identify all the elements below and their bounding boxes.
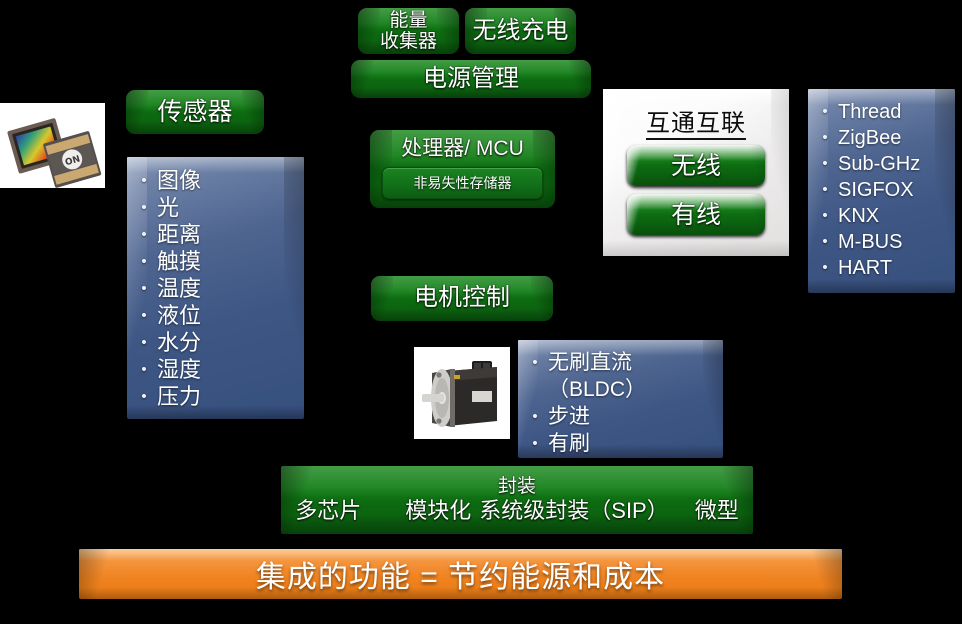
motor-control-button[interactable]: 电机控制 [371, 276, 553, 321]
motor-control-label: 电机控制 [414, 284, 510, 312]
bullet-icon: • [141, 253, 147, 270]
diagram-canvas: ON 传感器 • 图像 • 光 • 距离 • 触摸 • 温度 • 液位 • 水分… [0, 0, 962, 624]
motor-type-label-line1: 无刷直流 [548, 351, 632, 374]
list-item: • SIGFOX [812, 177, 951, 203]
bullet-icon: • [822, 233, 828, 250]
list-item: • 图像 [131, 167, 300, 194]
motor-photo [414, 347, 510, 439]
bullet-icon: • [822, 259, 828, 276]
energy-harvester-label-line2: 收集器 [379, 31, 437, 52]
sensors-header-label: 传感器 [157, 98, 233, 126]
wireless-charging-label: 无线充电 [472, 16, 569, 44]
bullet-icon: • [822, 129, 828, 146]
integrated-function-label: 集成的功能 = 节约能源和成本 [255, 561, 666, 594]
nonvolatile-memory-label: 非易失性存储器 [413, 175, 512, 191]
wireless-label: 无线 [670, 151, 721, 180]
list-item: • 有刷 [522, 430, 719, 457]
connectivity-panel: 互通互联 无线 有线 [603, 89, 789, 256]
motor-type-label-line2: （BLDC） [548, 378, 647, 401]
sensor-label: 液位 [157, 303, 202, 328]
list-item: • Thread [812, 99, 951, 125]
list-item: • 液位 [131, 302, 300, 329]
energy-harvester-button[interactable]: 能量 收集器 [358, 8, 459, 54]
protocol-label: ZigBee [838, 127, 902, 149]
sensor-label: 压力 [157, 384, 202, 409]
list-item: • HART [812, 255, 951, 281]
processor-mcu-panel[interactable]: 处理器/ MCU 非易失性存储器 [370, 130, 555, 208]
sensor-label: 温度 [157, 276, 202, 301]
protocols-panel: • Thread • ZigBee • Sub-GHz • SIGFOX • K… [808, 89, 955, 293]
list-item: • 压力 [131, 383, 300, 410]
list-item: • 触摸 [131, 248, 300, 275]
motor-types-panel: • 无刷直流 （BLDC） • 步进 • 有刷 [518, 340, 723, 458]
packaging-option: 微型 [694, 498, 739, 524]
bullet-icon: • [141, 334, 147, 351]
bullet-icon: • [532, 354, 538, 371]
list-item: • 水分 [131, 329, 300, 356]
sensors-list-panel: • 图像 • 光 • 距离 • 触摸 • 温度 • 液位 • 水分 • 湿度 •… [127, 157, 304, 419]
integrated-function-banner[interactable]: 集成的功能 = 节约能源和成本 [79, 549, 842, 599]
bullet-icon: • [141, 199, 147, 216]
bullet-icon: • [822, 155, 828, 172]
list-item: • 温度 [131, 275, 300, 302]
protocol-label: Sub-GHz [838, 153, 921, 175]
packaging-option: 多芯片 [295, 498, 362, 524]
list-item: • ZigBee [812, 125, 951, 151]
bullet-icon: • [141, 307, 147, 324]
wireless-charging-button[interactable]: 无线充电 [465, 8, 576, 54]
list-item: • 光 [131, 194, 300, 221]
packaging-option: 模块化 [405, 498, 472, 524]
list-item: • Sub-GHz [812, 151, 951, 177]
packaging-bar[interactable]: 封装 多芯片 模块化 系统级封装（SIP） 微型 [281, 466, 753, 534]
bullet-icon: • [141, 361, 147, 378]
list-item: • 距离 [131, 221, 300, 248]
protocol-label: SIGFOX [838, 179, 914, 201]
motor-type-label: 步进 [548, 405, 590, 428]
bullet-icon: • [822, 103, 828, 120]
sensors-header-button[interactable]: 传感器 [126, 90, 264, 134]
packaging-title: 封装 [497, 476, 536, 498]
bullet-icon: • [141, 388, 147, 405]
sensor-label: 图像 [157, 168, 202, 193]
bullet-icon: • [141, 172, 147, 189]
processor-mcu-label: 处理器/ MCU [401, 137, 524, 160]
bullet-icon: • [141, 280, 147, 297]
list-item: • 无刷直流 （BLDC） [522, 349, 719, 403]
protocol-label: Thread [838, 101, 902, 123]
packaging-option: 系统级封装（SIP） [479, 498, 669, 524]
list-item: • KNX [812, 203, 951, 229]
power-management-button[interactable]: 电源管理 [351, 60, 591, 98]
protocol-label: HART [838, 257, 893, 279]
bullet-icon: • [532, 408, 538, 425]
bullet-icon: • [822, 207, 828, 224]
list-item: • 步进 [522, 403, 719, 430]
energy-harvester-label-line1: 能量 [389, 9, 428, 31]
image-sensor-photo: ON [0, 103, 105, 188]
bullet-icon: • [822, 181, 828, 198]
sensor-label: 距离 [157, 222, 202, 247]
list-item: • M-BUS [812, 229, 951, 255]
wired-label: 有线 [670, 200, 721, 229]
nonvolatile-memory-box[interactable]: 非易失性存储器 [382, 167, 543, 199]
sensor-label: 水分 [157, 330, 202, 355]
motor-type-label: 有刷 [548, 432, 590, 455]
protocol-label: M-BUS [838, 231, 903, 253]
sensor-label: 触摸 [157, 249, 202, 274]
sensor-label: 湿度 [157, 357, 202, 382]
power-management-label: 电源管理 [423, 64, 519, 92]
sensor-label: 光 [157, 195, 180, 220]
bullet-icon: • [141, 226, 147, 243]
wired-button[interactable]: 有线 [627, 194, 765, 235]
list-item: • 湿度 [131, 356, 300, 383]
bullet-icon: • [532, 435, 538, 452]
wireless-button[interactable]: 无线 [627, 145, 765, 186]
connectivity-title: 互通互联 [603, 103, 789, 140]
protocol-label: KNX [838, 205, 880, 227]
